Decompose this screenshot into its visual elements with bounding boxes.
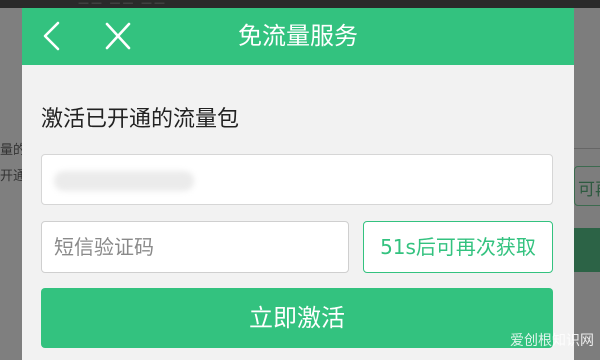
background-status-bar: —— —— —— (0, 0, 600, 9)
watermark: 爱创根知识网 (510, 333, 594, 349)
dialog-header: 免流量服务 (22, 8, 574, 65)
sms-code-input[interactable] (41, 221, 349, 273)
background-left-text-1: 量的 (0, 143, 22, 158)
background-resend-label: 可再 (578, 180, 600, 200)
resend-code-button[interactable]: 51s后可再次获取 (363, 221, 553, 273)
dialog-title: 免流量服务 (238, 22, 358, 50)
background-resend-button: 可再 (574, 166, 600, 206)
back-arrow-icon[interactable] (38, 20, 70, 52)
phone-number-redacted (54, 171, 194, 191)
background-divider (574, 148, 600, 149)
free-data-dialog: 免流量服务 激活已开通的流量包 51s后可再次获取 立即激活 (22, 8, 574, 360)
close-icon[interactable] (102, 20, 134, 52)
background-left-text-2: 开通 (0, 169, 22, 184)
section-title: 激活已开通的流量包 (41, 107, 240, 132)
phone-number-field[interactable] (41, 154, 553, 205)
activate-button[interactable]: 立即激活 (41, 288, 553, 348)
background-left-strip: 量的 开通 (0, 8, 22, 360)
background-green-button (574, 228, 600, 272)
